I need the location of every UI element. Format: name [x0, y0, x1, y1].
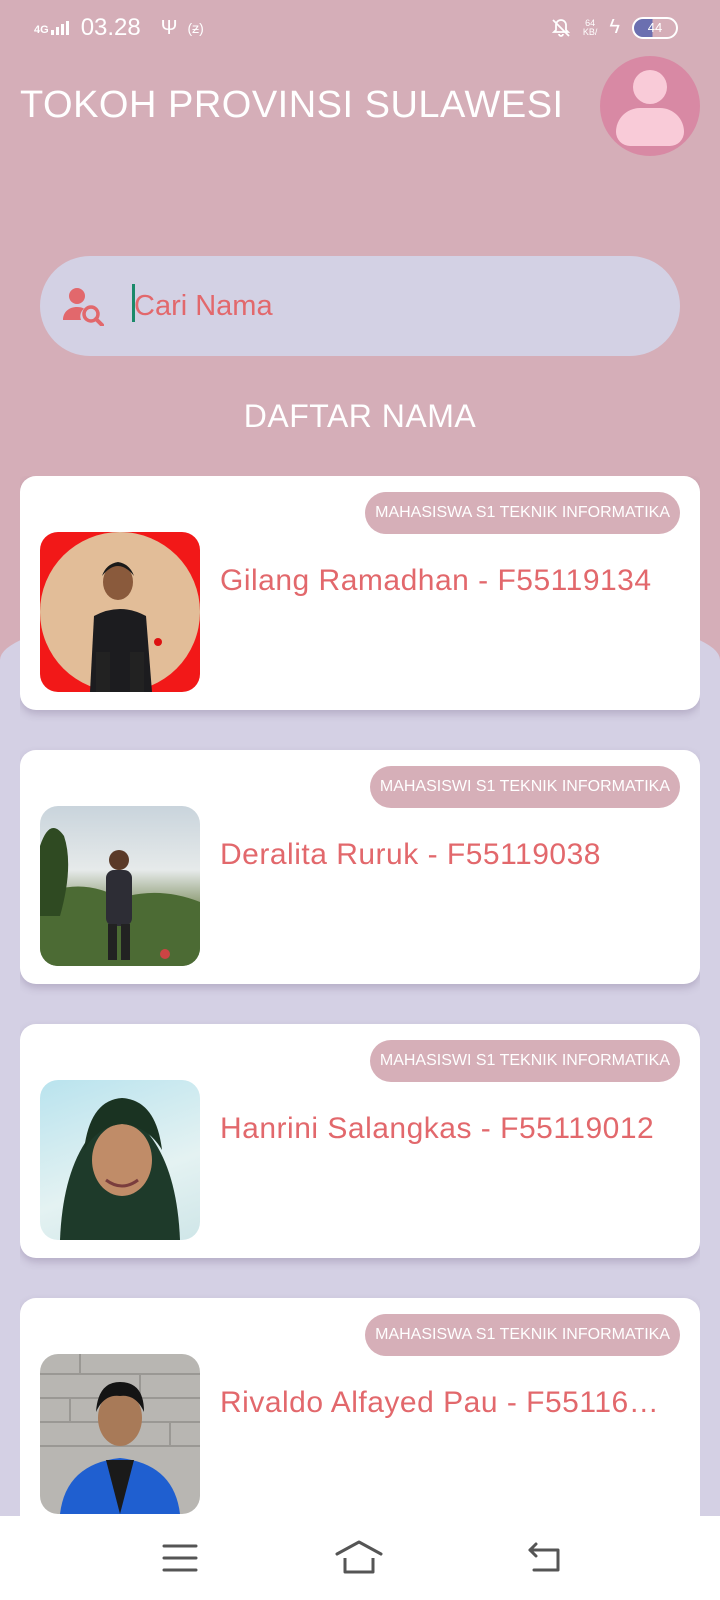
mute-icon	[551, 18, 571, 37]
network-speed: 64 KB/	[582, 17, 598, 37]
network-type: 4G	[34, 24, 49, 36]
user-search-icon	[63, 288, 104, 326]
status-badge: MAHASISWI S1 TEKNIK INFORMATIKA	[369, 1040, 680, 1082]
battery-level: 44	[647, 19, 663, 35]
charging-icon: ϟ	[609, 16, 620, 38]
person-list[interactable]: MAHASISWA S1 TEKNIK INFORMATIKA Gilang R…	[20, 476, 700, 1516]
back-icon[interactable]	[524, 1538, 574, 1578]
person-card[interactable]: MAHASISWA S1 TEKNIK INFORMATIKA Gilang R…	[20, 476, 700, 710]
battery-icon: 44	[632, 16, 678, 39]
signal-icon: 4G	[34, 21, 69, 36]
person-card[interactable]: MAHASISWI S1 TEKNIK INFORMATIKA Deralita…	[20, 750, 700, 984]
page-title: TOKOH PROVINSI SULAWESI	[20, 84, 564, 126]
person-name: Rivaldo Alfayed Pau - F55116…	[220, 1386, 660, 1419]
person-photo	[40, 1354, 200, 1514]
nfc-icon: (ƶ)	[187, 20, 204, 36]
home-icon[interactable]	[334, 1538, 384, 1578]
person-photo	[40, 806, 200, 966]
navigation-bar	[0, 1516, 720, 1600]
person-name: Deralita Ruruk - F55119038	[220, 838, 601, 871]
profile-button[interactable]	[600, 56, 700, 156]
person-card[interactable]: MAHASISWA S1 TEKNIK INFORMATIKA Rivaldo …	[20, 1298, 700, 1516]
status-badge: MAHASISWI S1 TEKNIK INFORMATIKA	[369, 766, 680, 808]
usb-icon: Ψ	[160, 16, 178, 39]
search-bar[interactable]	[40, 256, 680, 356]
status-bar: 4G 03.28 Ψ (ƶ) 64 KB/ ϟ 44	[0, 0, 720, 56]
menu-icon[interactable]	[156, 1538, 206, 1578]
person-photo	[40, 1080, 200, 1240]
status-badge: MAHASISWA S1 TEKNIK INFORMATIKA	[365, 492, 680, 534]
clock: 03.28	[80, 14, 141, 41]
section-title: DAFTAR NAMA	[243, 398, 477, 434]
person-card[interactable]: MAHASISWI S1 TEKNIK INFORMATIKA Hanrini …	[20, 1024, 700, 1258]
person-name: Gilang Ramadhan - F55119134	[220, 564, 652, 597]
status-badge: MAHASISWA S1 TEKNIK INFORMATIKA	[365, 1314, 680, 1356]
person-photo	[40, 532, 200, 692]
person-name: Hanrini Salangkas - F55119012	[220, 1112, 655, 1145]
search-input[interactable]	[134, 276, 654, 336]
